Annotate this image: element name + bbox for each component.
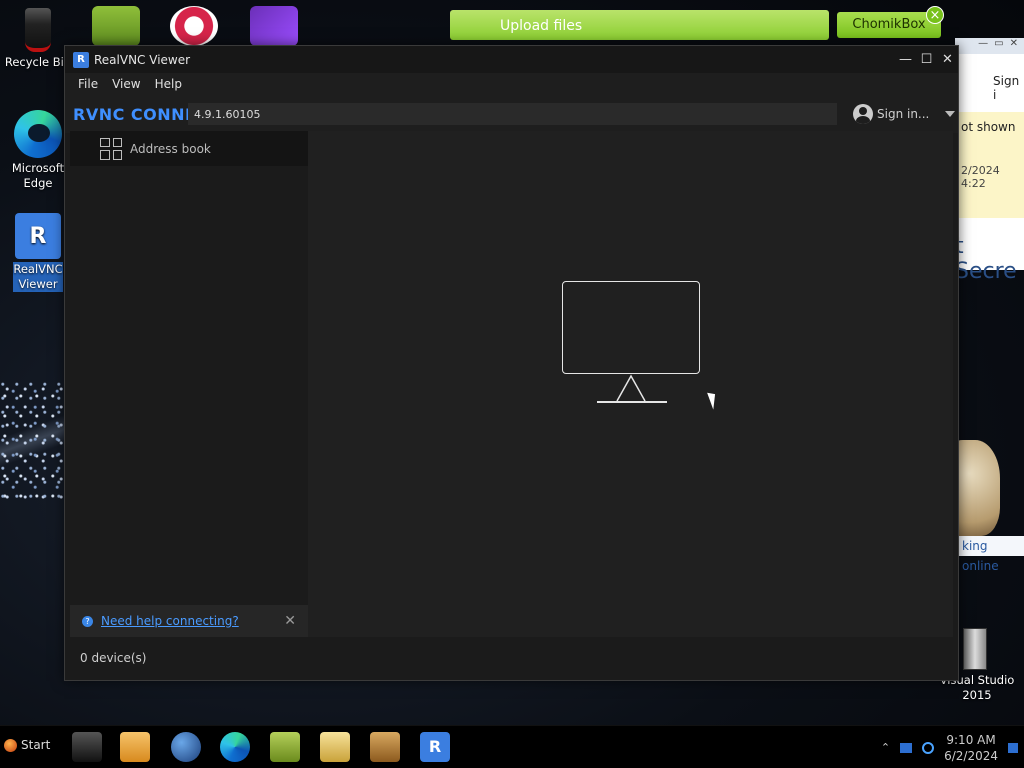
start-label: Start [21,738,51,752]
chevron-up-icon[interactable]: ⌃ [881,741,890,754]
close-icon[interactable]: ✕ [1010,38,1018,54]
menu-view[interactable]: View [105,77,147,91]
notice-text: ot shown [961,120,1016,134]
recycle-bin-icon [25,8,51,52]
mascot-status-label: king online [958,536,1024,573]
taskbar-mail-icon[interactable] [320,732,350,762]
toolbar: RVNC CONNECT Sign in... [65,95,958,133]
taskbar-realvnc-icon[interactable]: R [420,732,450,762]
realvnc-app-icon: R [73,51,89,68]
realvnc-icon: R [15,213,61,259]
wallpaper-city-lights [0,380,70,500]
menu-file[interactable]: File [71,77,105,91]
edge-icon [14,110,62,158]
help-link[interactable]: Need help connecting? [101,614,239,628]
background-window-titlebar: — ▭ ✕ [955,38,1024,54]
main-content [308,131,953,637]
sign-in-button[interactable]: Sign in... [853,104,956,124]
user-avatar-icon [853,104,873,124]
minimize-button[interactable]: — [895,46,916,73]
start-orb-icon [4,738,17,752]
taskbar-hamster-icon[interactable] [370,732,400,762]
sidebar-item-label: Address book [130,141,211,156]
desktop-icon-label: Microsoft Edge [11,161,65,190]
sync-icon[interactable] [922,741,935,754]
taskbar-edge-icon[interactable] [220,732,250,762]
notification-icon[interactable] [1008,742,1018,753]
taskbar: Start R ⌃ 9:10 AM 6/2/2024 [0,725,1024,768]
sidebar-item-address-book[interactable]: Address book [70,131,308,166]
taskbar-globe-icon[interactable] [171,732,201,762]
help-icon: ? [82,615,93,627]
taskbar-terminal-icon[interactable] [72,732,102,762]
restore-icon[interactable]: ▭ [994,38,1003,54]
taskbar-media-player-icon[interactable] [120,732,150,762]
help-banner: ? Need help connecting? ✕ [70,605,308,637]
system-tray: ⌃ 9:10 AM 6/2/2024 [881,726,1024,768]
pdf-app-icon[interactable] [170,6,218,46]
upload-files-banner[interactable]: Upload files [450,10,829,40]
close-button[interactable]: ✕ [937,46,958,73]
notice-date: 2/2024 4:22 [961,164,1000,190]
network-icon[interactable] [900,742,913,753]
address-input[interactable] [188,103,837,125]
device-count: 0 device(s) [80,651,147,665]
desktop-icon-label: RealVNC Viewer [13,262,63,292]
monitor-icon [562,281,700,374]
monitor-stand-icon [616,374,646,402]
monitor-base-icon [597,401,667,403]
window-title: RealVNC Viewer [94,52,191,67]
minimize-icon[interactable]: — [978,38,988,54]
chevron-down-icon [945,111,956,117]
menu-bar: File View Help [65,73,958,95]
clock[interactable]: 9:10 AM 6/2/2024 [944,732,998,764]
sign-in-label: Sign in... [877,107,930,121]
visual-studio-icon [963,628,987,670]
close-icon[interactable]: ✕ [284,613,296,629]
sign-in-link[interactable]: Sign i [993,74,1024,102]
heading-text: t Secre [955,234,1017,284]
background-window: — ▭ ✕ Sign i ot shown 2/2024 4:22 t Secr… [955,38,1024,284]
sidebar: Address book ? Need help connecting? ✕ [70,131,308,637]
clock-date: 6/2/2024 [944,748,998,763]
taskbar-chomikbox-icon[interactable] [270,732,300,762]
title-bar[interactable]: R RealVNC Viewer — ☐ ✕ [65,46,958,73]
menu-help[interactable]: Help [148,77,189,91]
grid-icon [100,137,122,160]
start-button[interactable]: Start [4,738,50,752]
realvnc-window: R RealVNC Viewer — ☐ ✕ File View Help RV… [64,45,959,681]
chomik-app-icon[interactable] [92,6,140,46]
close-icon[interactable]: × [926,6,944,24]
maximize-button[interactable]: ☐ [916,46,937,73]
status-bar: 0 device(s) [70,643,953,673]
clock-time: 9:10 AM [946,732,996,747]
upload-files-label: Upload files [500,18,583,34]
visual-studio-top-icon[interactable] [250,6,298,46]
